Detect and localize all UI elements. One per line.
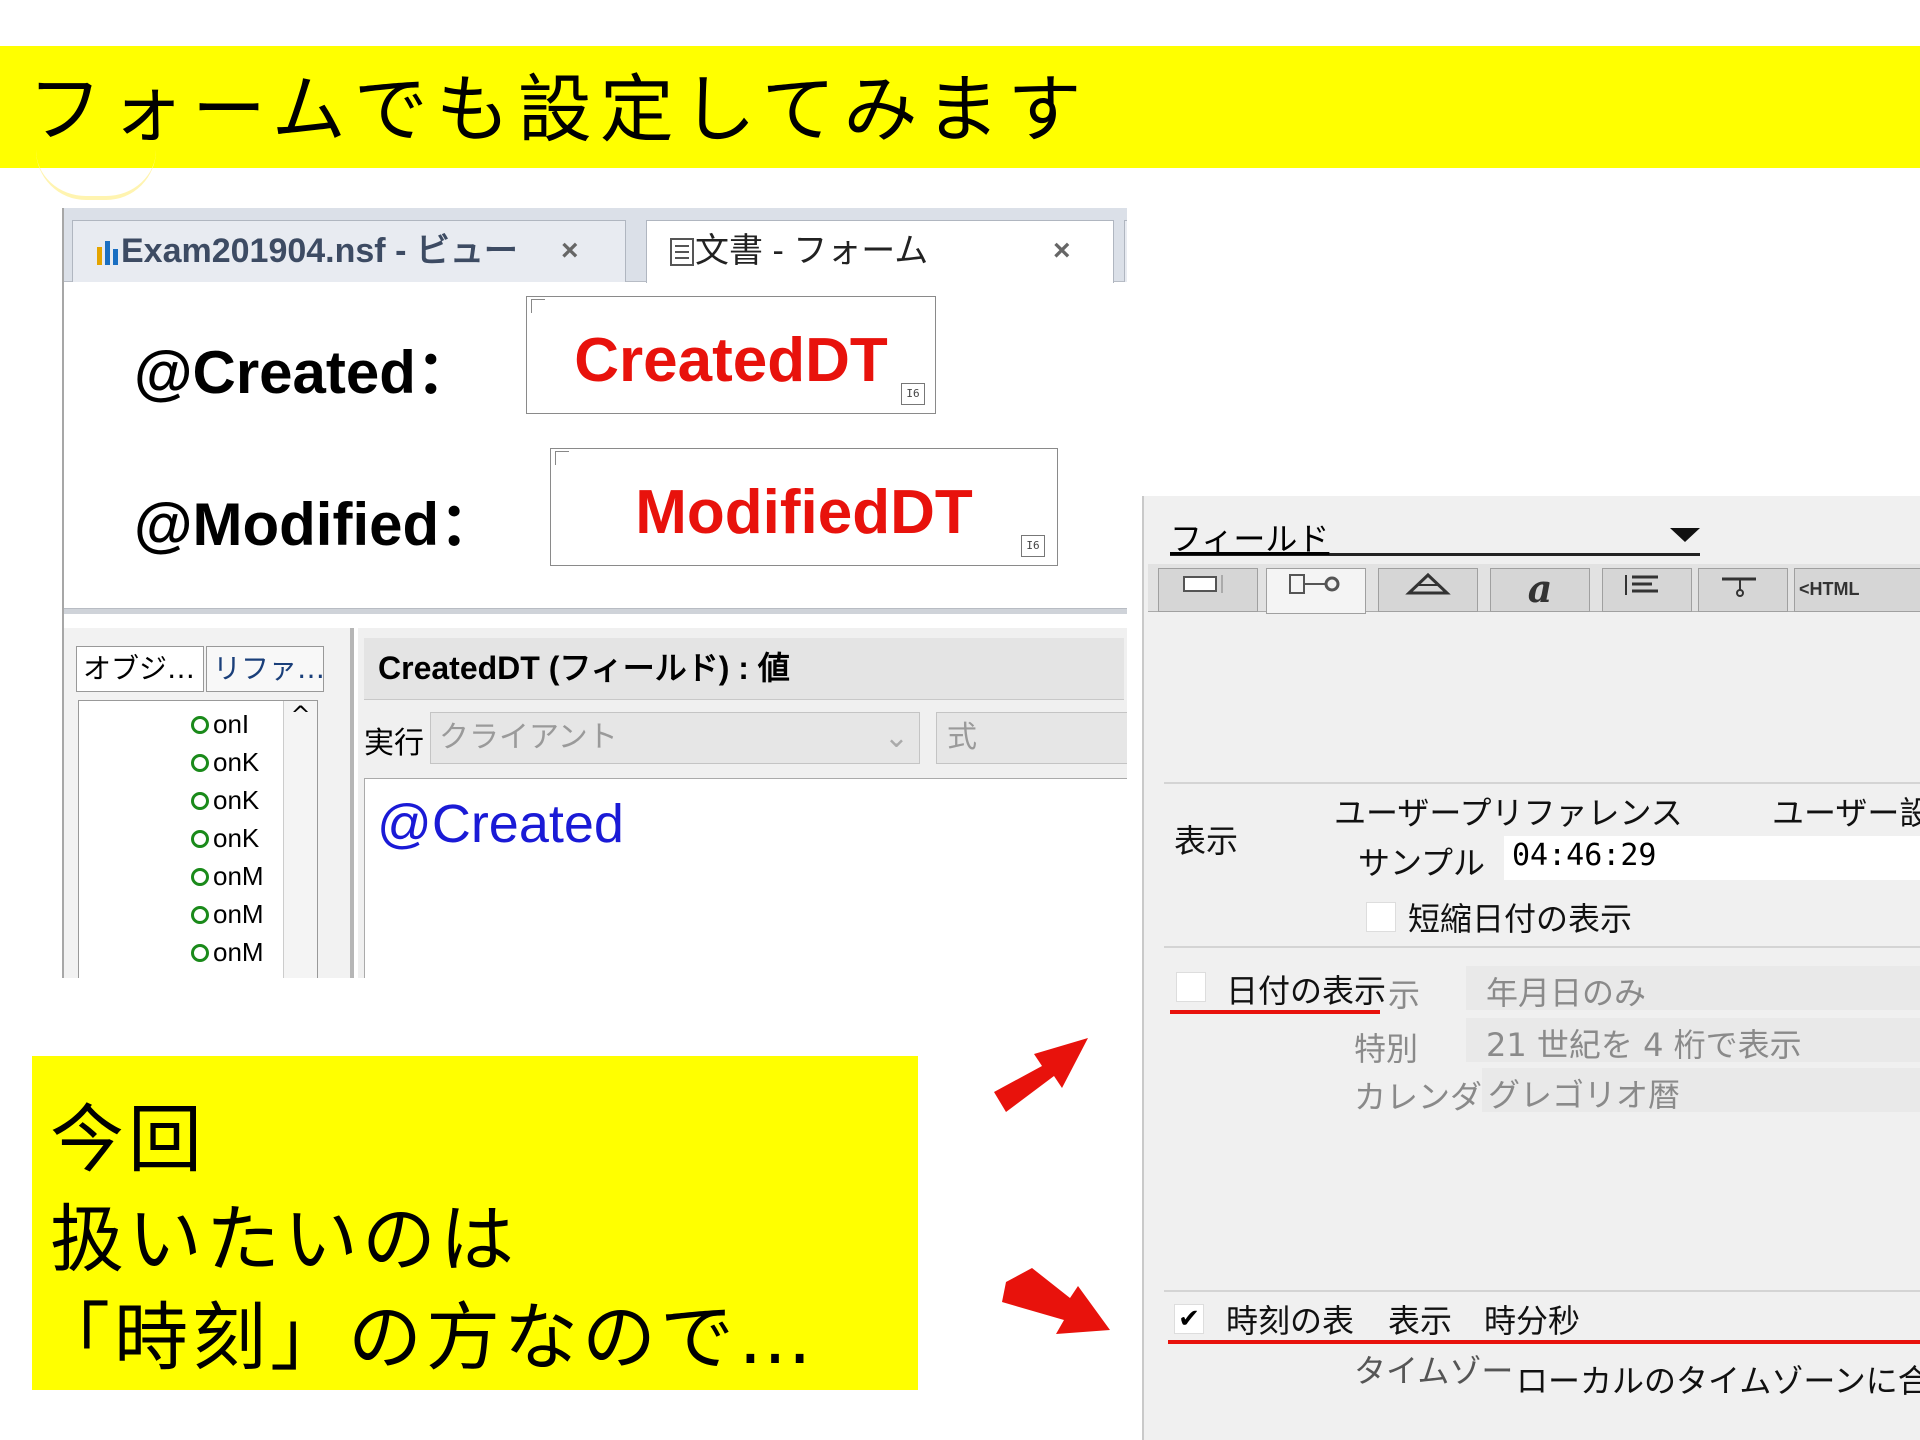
event-icon (191, 944, 209, 962)
language-select[interactable]: 式 (936, 712, 1127, 764)
tab-database-view[interactable]: Exam201904.nsf - ビュー × (72, 220, 626, 282)
callout-line-1: 今回 (50, 1097, 206, 1183)
object-list: onI onK onK onK onM onM onM ^ (78, 700, 318, 978)
field-control-icon (1289, 574, 1340, 594)
sample-field: 04:46:29 (1504, 836, 1920, 880)
scrollbar[interactable]: ^ (283, 701, 317, 978)
dropdown-arrow-icon (1670, 528, 1700, 542)
date-format-select[interactable]: 年月日のみ (1466, 966, 1920, 1012)
timezone-label: タイムゾー (1354, 1352, 1514, 1390)
time-format-value[interactable]: 時分秒 (1484, 1296, 1580, 1342)
tab-advanced[interactable] (1378, 568, 1478, 612)
display-label: 表示 (1174, 822, 1239, 860)
form-icon (670, 238, 694, 266)
objects-panel: オブジ… リファ… onI onK onK onK onM onM onM ^ (64, 628, 354, 978)
field-type-icon: I6 (1021, 535, 1045, 557)
close-icon[interactable]: × (561, 221, 579, 281)
close-icon[interactable]: × (1053, 221, 1071, 281)
event-icon (191, 792, 209, 810)
event-icon (191, 906, 209, 924)
list-item[interactable]: onK (191, 785, 259, 816)
list-item[interactable]: onM (191, 899, 264, 930)
tab-document-form[interactable]: 文書 - フォーム × (646, 220, 1114, 283)
chevron-down-icon: ⌄ (883, 720, 909, 755)
hide-when-icon (1722, 577, 1756, 597)
time-display-label: 時刻の表 (1226, 1302, 1355, 1340)
short-date-label: 短縮日付の表示 (1408, 900, 1633, 938)
modified-field[interactable]: ModifiedDT I6 (550, 448, 1058, 566)
database-icon (97, 241, 118, 265)
modified-field-name: ModifiedDT (635, 478, 973, 547)
tab-paragraph[interactable] (1602, 568, 1692, 612)
event-icon (191, 754, 209, 772)
field-basics-icon (1183, 575, 1223, 593)
properties-selector[interactable]: フィールド (1170, 514, 1700, 558)
tab-control[interactable] (1266, 568, 1366, 614)
event-icon (191, 716, 209, 734)
calendar-label: カレンダ (1354, 1078, 1483, 1116)
tab-reference[interactable]: リファ… (206, 646, 324, 692)
tab-font[interactable]: a (1490, 568, 1590, 612)
event-icon (191, 830, 209, 848)
paragraph-align-icon (1625, 575, 1658, 595)
arrow-to-date-icon (994, 1038, 1088, 1112)
callout-line-3: 「時刻」の方なので… (36, 1295, 816, 1381)
properties-tabs: a <HTML (1148, 564, 1920, 614)
slide-title: フォームでも設定してみます (28, 67, 1090, 153)
modified-label: @Modified： (134, 491, 500, 558)
short-date-checkbox[interactable] (1366, 902, 1396, 932)
list-item[interactable]: onI (191, 709, 249, 740)
code-editor[interactable]: @Created (364, 778, 1127, 978)
programmer-header: CreatedDT (フィールド) : 値 (364, 638, 1124, 700)
chevron-up-icon[interactable]: ^ (290, 701, 310, 729)
list-item[interactable]: onK (191, 747, 259, 778)
list-item[interactable]: onM (191, 861, 264, 892)
tab-label: 文書 - フォーム (695, 232, 929, 270)
calendar-select[interactable]: グレゴリオ暦 (1482, 1068, 1920, 1114)
designer-window: Exam201904.nsf - ビュー × 文書 - フォーム × @Crea… (62, 208, 1127, 978)
time-display-checkbox[interactable]: ✔ (1174, 1304, 1204, 1334)
time-display-ghost: 表示 (1388, 1302, 1453, 1340)
list-item[interactable]: onM (191, 937, 264, 968)
created-field[interactable]: CreatedDT I6 (526, 296, 936, 414)
date-display-ghost: 示 (1388, 976, 1421, 1014)
tab-html[interactable]: <HTML (1794, 568, 1920, 612)
date-display-checkbox[interactable] (1176, 972, 1206, 1002)
decorative-arc (36, 150, 156, 200)
run-label: 実行 (364, 726, 424, 761)
date-underline (1170, 1010, 1380, 1014)
tab-hide-when[interactable] (1698, 568, 1788, 612)
user-setting-option[interactable]: ユーザー設 (1772, 788, 1920, 834)
special-select[interactable]: 21 世紀を 4 桁で表示 (1466, 1018, 1920, 1064)
user-preference-option[interactable]: ユーザープリファレンス (1334, 788, 1683, 834)
time-underline (1168, 1340, 1920, 1344)
event-icon (191, 868, 209, 886)
timezone-select[interactable]: ローカルのタイムゾーンに合 (1516, 1356, 1920, 1402)
callout-box: 今回 扱いたいのは 「時刻」の方なので… (32, 1056, 918, 1390)
hat-icon (1405, 572, 1451, 595)
pane-splitter[interactable] (64, 608, 1127, 614)
field-properties-dialog: フィールド a <HTML 表示 ユーザープリファレンス ユーザー設 サンプル … (1142, 496, 1920, 1440)
list-item[interactable]: onK (191, 823, 259, 854)
callout-line-2: 扱いたいのは (50, 1197, 518, 1283)
run-target-select[interactable]: クライアント ⌄ (430, 712, 920, 764)
date-display-label: 日付の表示 (1226, 972, 1387, 1010)
created-field-name: CreatedDT (574, 326, 888, 395)
tab-view[interactable] (1124, 220, 1127, 282)
tab-label: Exam201904.nsf - ビュー (121, 232, 518, 270)
field-type-icon: I6 (901, 383, 925, 405)
created-label: @Created： (134, 339, 476, 406)
sample-value: 04:46:29 (1512, 838, 1657, 873)
tab-basics[interactable] (1158, 568, 1258, 612)
formula-text: @Created (377, 794, 624, 854)
arrow-to-time-icon (1002, 1268, 1110, 1334)
editor-tab-bar: Exam201904.nsf - ビュー × 文書 - フォーム × (64, 208, 1127, 283)
sample-label: サンプル (1358, 844, 1486, 882)
tab-objects[interactable]: オブジ… (76, 646, 204, 692)
special-label: 特別 (1354, 1030, 1419, 1068)
programmer-pane: CreatedDT (フィールド) : 値 実行 クライアント ⌄ 式 @Cre… (358, 628, 1127, 978)
